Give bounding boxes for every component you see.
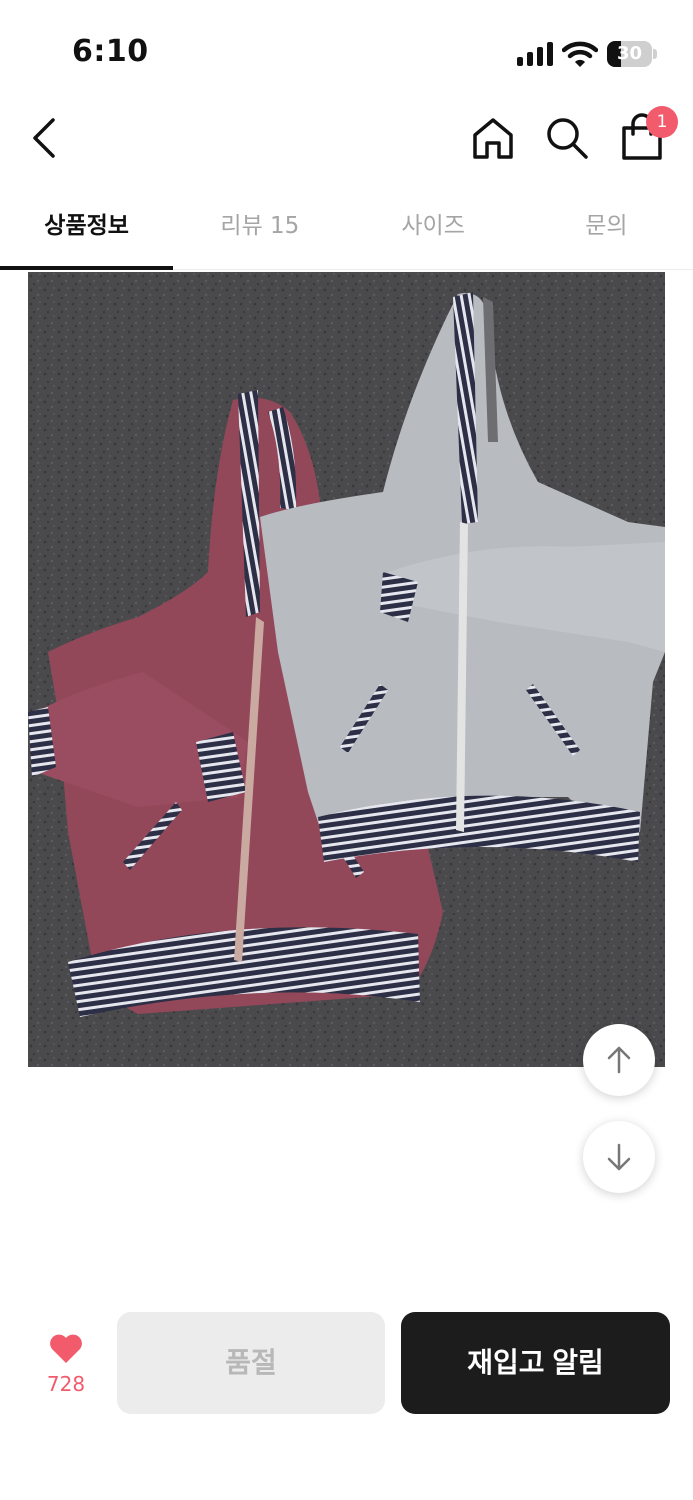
status-time: 6:10 [72,34,149,69]
like-button[interactable]: 728 [36,1334,96,1396]
tab-inquiry[interactable]: 문의 [520,190,693,269]
scroll-up-button[interactable] [583,1024,655,1096]
wifi-icon [562,41,598,67]
heart-icon [50,1334,82,1363]
arrow-down-icon [607,1143,631,1171]
back-arrow-icon[interactable] [26,116,66,160]
soldout-button[interactable]: 품절 [117,1312,385,1414]
product-image [28,272,665,1067]
battery-level: 30 [616,43,643,64]
cart-count-badge: 1 [646,106,678,138]
battery-icon: 30 [607,41,657,67]
restock-alert-button[interactable]: 재입고 알림 [401,1312,670,1414]
bottom-action-bar: 728 품절 재입고 알림 [0,1290,693,1500]
product-tabs: 상품정보 리뷰 15 사이즈 문의 [0,190,693,270]
signal-icon [517,42,553,66]
like-count: 728 [46,1372,86,1396]
search-icon[interactable] [544,115,590,161]
home-icon[interactable] [470,115,516,161]
arrow-up-icon [607,1046,631,1074]
tab-reviews[interactable]: 리뷰 15 [173,190,346,269]
scroll-down-button[interactable] [583,1121,655,1193]
tab-size[interactable]: 사이즈 [347,190,520,269]
top-nav [0,100,693,180]
status-bar: 6:10 30 [0,0,693,100]
tab-product-info[interactable]: 상품정보 [0,190,174,270]
